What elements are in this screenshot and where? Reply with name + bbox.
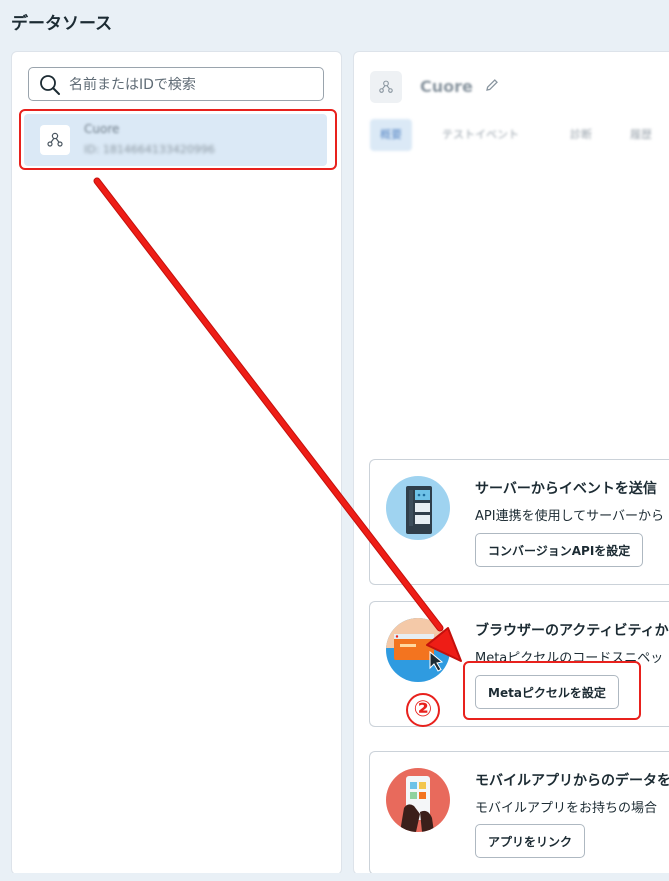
card-title: モバイルアプリからのデータを共	[475, 773, 669, 789]
tab-overview[interactable]: 概要	[370, 119, 412, 151]
page-title: データソース	[11, 14, 113, 34]
datasource-header-icon	[370, 71, 402, 103]
datasource-title: Cuore	[420, 77, 473, 96]
datasource-list-panel: Cuore ID: 1814664133420996	[11, 51, 342, 875]
search-box[interactable]	[28, 67, 324, 101]
tab-history[interactable]: 履歴	[630, 119, 652, 151]
mobile-illustration-icon	[386, 768, 450, 832]
card-description: API連携を使用してサーバーから	[475, 509, 665, 524]
browser-illustration-icon	[386, 618, 450, 682]
edit-pencil-icon[interactable]	[484, 77, 500, 93]
annotation-highlight-pixel-button	[463, 661, 641, 720]
setup-conversions-api-button[interactable]: コンバージョンAPIを設定	[475, 533, 644, 567]
card-mobile-app: モバイルアプリからのデータを共 モバイルアプリをお持ちの場合 アプリをリンク	[369, 751, 669, 875]
server-illustration-icon	[386, 476, 450, 540]
search-input[interactable]	[67, 71, 311, 99]
annotation-step-marker: ②	[406, 693, 440, 727]
annotation-highlight-datasource	[19, 109, 337, 170]
link-app-button[interactable]: アプリをリンク	[475, 824, 586, 858]
bottom-strip	[0, 873, 669, 881]
card-title: サーバーからイベントを送信	[475, 481, 657, 497]
card-title: ブラウザーのアクティビティからウ	[475, 623, 669, 639]
detail-tabs: 概要 テストイベント 診断 履歴	[370, 119, 669, 151]
card-description: モバイルアプリをお持ちの場合	[475, 801, 658, 816]
tab-test-events[interactable]: テストイベント	[442, 119, 519, 151]
tab-diagnostics[interactable]: 診断	[570, 119, 592, 151]
card-conversions-api: サーバーからイベントを送信 API連携を使用してサーバーから コンバージョンAP…	[369, 459, 669, 585]
search-icon	[40, 75, 60, 95]
